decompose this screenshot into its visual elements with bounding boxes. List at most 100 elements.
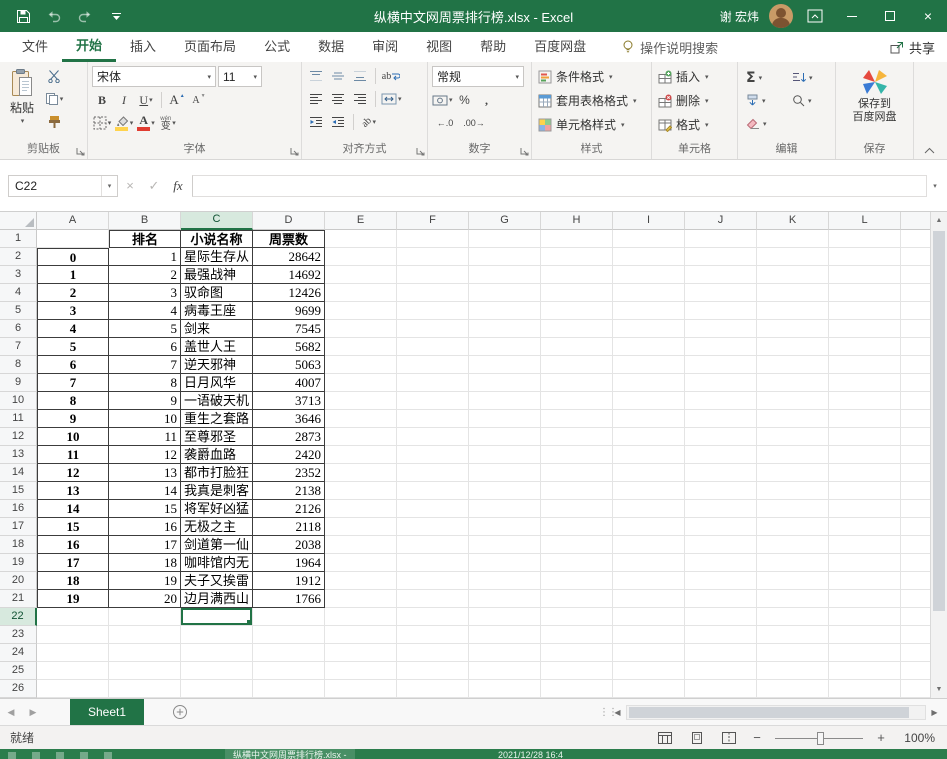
cell-C23[interactable]: [181, 626, 253, 644]
ribbon-tab-help[interactable]: 帮助: [466, 32, 520, 62]
cell-B5[interactable]: 4: [109, 302, 181, 320]
cell-overflow19[interactable]: [901, 554, 930, 572]
row-header-14[interactable]: 14: [0, 464, 37, 482]
align-left-icon[interactable]: [306, 89, 326, 109]
column-header-G[interactable]: G: [469, 212, 541, 230]
page-break-preview-icon[interactable]: [719, 731, 739, 744]
cell-L20[interactable]: [829, 572, 901, 590]
cell-K13[interactable]: [757, 446, 829, 464]
cell-D19[interactable]: 1964: [253, 554, 325, 572]
orientation-button[interactable]: ab ▾: [359, 112, 379, 132]
cell-C14[interactable]: 都市打脸狂: [181, 464, 253, 482]
cell-H13[interactable]: [541, 446, 613, 464]
insert-cells-button[interactable]: 插入 ▾: [656, 66, 733, 87]
cell-D13[interactable]: 2420: [253, 446, 325, 464]
scroll-up-icon[interactable]: ▲: [931, 212, 947, 229]
cell-B8[interactable]: 7: [109, 356, 181, 374]
cell-J26[interactable]: [685, 680, 757, 698]
scroll-down-icon[interactable]: ▼: [931, 681, 947, 698]
sort-filter-button[interactable]: ▾: [788, 71, 834, 84]
horizontal-scrollbar[interactable]: [626, 704, 926, 720]
ribbon-tab-insert[interactable]: 插入: [116, 32, 170, 62]
cell-E5[interactable]: [325, 302, 397, 320]
middle-align-icon[interactable]: [328, 66, 348, 86]
cell-K7[interactable]: [757, 338, 829, 356]
font-color-button[interactable]: A ▾: [136, 113, 156, 133]
ribbon-tab-data[interactable]: 数据: [304, 32, 358, 62]
cell-E25[interactable]: [325, 662, 397, 680]
cell-overflow25[interactable]: [901, 662, 930, 680]
row-header-20[interactable]: 20: [0, 572, 37, 590]
cell-C1[interactable]: 小说名称: [181, 230, 253, 248]
cell-F11[interactable]: [397, 410, 469, 428]
cell-H23[interactable]: [541, 626, 613, 644]
cell-F9[interactable]: [397, 374, 469, 392]
cell-D2[interactable]: 28642: [253, 248, 325, 266]
cell-C24[interactable]: [181, 644, 253, 662]
cell-D6[interactable]: 7545: [253, 320, 325, 338]
cell-L15[interactable]: [829, 482, 901, 500]
cell-I9[interactable]: [613, 374, 685, 392]
cell-E24[interactable]: [325, 644, 397, 662]
row-header-2[interactable]: 2: [0, 248, 37, 266]
ribbon-tab-formulas[interactable]: 公式: [250, 32, 304, 62]
row-header-9[interactable]: 9: [0, 374, 37, 392]
row-header-23[interactable]: 23: [0, 626, 37, 644]
cell-overflow1[interactable]: [901, 230, 930, 248]
save-icon[interactable]: [14, 7, 32, 25]
cell-A22[interactable]: [37, 608, 109, 626]
row-header-6[interactable]: 6: [0, 320, 37, 338]
cell-K14[interactable]: [757, 464, 829, 482]
ribbon-display-options-icon[interactable]: [807, 9, 823, 23]
cell-E12[interactable]: [325, 428, 397, 446]
ribbon-tab-view[interactable]: 视图: [412, 32, 466, 62]
cell-H11[interactable]: [541, 410, 613, 428]
zoom-in-button[interactable]: +: [875, 730, 887, 745]
hscroll-left-icon[interactable]: ◀: [609, 708, 626, 717]
cell-overflow10[interactable]: [901, 392, 930, 410]
cell-E22[interactable]: [325, 608, 397, 626]
cell-D17[interactable]: 2118: [253, 518, 325, 536]
ribbon-tab-baidu-netdisk[interactable]: 百度网盘: [520, 32, 600, 62]
name-box[interactable]: C22 ▾: [8, 174, 118, 197]
cell-B3[interactable]: 2: [109, 266, 181, 284]
row-header-3[interactable]: 3: [0, 266, 37, 284]
cell-E7[interactable]: [325, 338, 397, 356]
minimize-button[interactable]: [833, 0, 871, 32]
sheet-nav-left-icon[interactable]: ◀: [0, 707, 22, 718]
cell-I3[interactable]: [613, 266, 685, 284]
normal-view-icon[interactable]: [655, 731, 675, 744]
increase-font-size-button[interactable]: A ▲: [167, 90, 187, 110]
cell-H25[interactable]: [541, 662, 613, 680]
cell-B26[interactable]: [109, 680, 181, 698]
cell-F19[interactable]: [397, 554, 469, 572]
cell-F12[interactable]: [397, 428, 469, 446]
cell-overflow6[interactable]: [901, 320, 930, 338]
paste-button[interactable]: 粘贴 ▾: [4, 66, 40, 127]
select-all-button[interactable]: [0, 212, 37, 230]
cell-E11[interactable]: [325, 410, 397, 428]
cell-D7[interactable]: 5682: [253, 338, 325, 356]
cell-H5[interactable]: [541, 302, 613, 320]
accounting-format-button[interactable]: ▾: [432, 90, 453, 110]
cell-C2[interactable]: 星际生存从: [181, 248, 253, 266]
increase-indent-icon[interactable]: [328, 112, 348, 132]
cell-A20[interactable]: 18: [37, 572, 109, 590]
cell-E26[interactable]: [325, 680, 397, 698]
cell-C10[interactable]: 一语破天机: [181, 392, 253, 410]
cell-D24[interactable]: [253, 644, 325, 662]
cell-H2[interactable]: [541, 248, 613, 266]
cell-J11[interactable]: [685, 410, 757, 428]
cell-J19[interactable]: [685, 554, 757, 572]
column-header-A[interactable]: A: [37, 212, 109, 230]
cell-D25[interactable]: [253, 662, 325, 680]
cell-F23[interactable]: [397, 626, 469, 644]
cell-K11[interactable]: [757, 410, 829, 428]
cell-L6[interactable]: [829, 320, 901, 338]
horizontal-scroll-thumb[interactable]: [629, 706, 910, 718]
cell-J10[interactable]: [685, 392, 757, 410]
cell-F1[interactable]: [397, 230, 469, 248]
center-icon[interactable]: [328, 89, 348, 109]
cell-J16[interactable]: [685, 500, 757, 518]
cell-overflow3[interactable]: [901, 266, 930, 284]
